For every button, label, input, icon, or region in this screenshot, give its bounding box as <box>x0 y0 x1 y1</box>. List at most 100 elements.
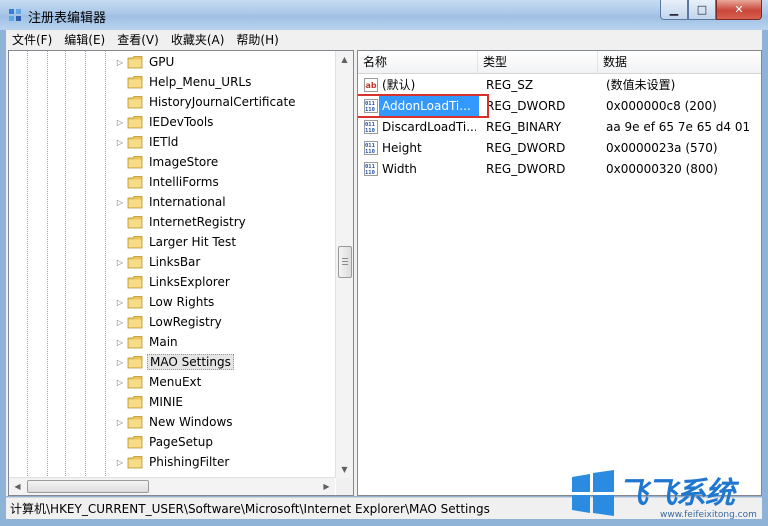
scroll-up-arrow-icon[interactable]: ▲ <box>336 51 353 68</box>
expand-arrow-icon[interactable]: ▷ <box>115 358 125 367</box>
folder-icon <box>127 415 143 429</box>
registry-tree-panel[interactable]: ▷ GPU Help_Menu_URLs HistoryJournalCertific… <box>8 50 354 496</box>
folder-icon <box>127 255 143 269</box>
tree-item[interactable]: Help_Menu_URLs <box>115 72 253 92</box>
expand-arrow-icon[interactable]: ▷ <box>115 58 125 67</box>
tree-item-label: Main <box>149 335 178 349</box>
expand-arrow-icon[interactable]: ▷ <box>115 298 125 307</box>
svg-text:110: 110 <box>365 128 375 134</box>
tree-item[interactable]: HistoryJournalCertificate <box>115 92 298 112</box>
list-item[interactable]: 011 110 Height REG_DWORD 0x0000023a (570) <box>358 138 761 159</box>
folder-icon <box>127 335 143 349</box>
value-name: DiscardLoadTi... <box>382 120 476 134</box>
tree-item[interactable]: MINIE <box>115 392 185 412</box>
menu-favorites[interactable]: 收藏夹(A) <box>165 30 231 50</box>
value-name: Height <box>382 141 422 155</box>
tree-guide-line <box>65 51 66 478</box>
tree-item-label: Larger Hit Test <box>149 235 237 249</box>
tree-item[interactable]: LinksExplorer <box>115 272 232 292</box>
tree-item[interactable]: ▷ LinksBar <box>115 252 202 272</box>
menu-edit[interactable]: 编辑(E) <box>58 30 111 50</box>
tree-item[interactable]: ▷ LowRegistry <box>115 312 224 332</box>
title-bar[interactable]: 注册表编辑器 ▁ □ ✕ <box>0 0 768 30</box>
scroll-right-arrow-icon[interactable]: ▶ <box>318 478 335 495</box>
list-item[interactable]: 011 110 Width REG_DWORD 0x00000320 (800) <box>358 159 761 180</box>
watermark-text: 飞飞系统 <box>618 476 735 511</box>
value-type: REG_SZ <box>486 78 534 92</box>
tree-guide-line <box>47 51 48 478</box>
expand-arrow-icon[interactable]: ▷ <box>115 138 125 147</box>
folder-icon <box>127 215 143 229</box>
column-header-name[interactable]: 名称 <box>358 51 478 73</box>
tree-item-label: LinksBar <box>149 255 201 269</box>
minimize-button[interactable]: ▁ <box>660 0 688 20</box>
tree-hscroll-thumb[interactable] <box>27 480 149 493</box>
tree-item[interactable]: ▷ New Windows <box>115 412 235 432</box>
tree-scroll-thumb[interactable] <box>338 246 352 278</box>
tree-item[interactable]: Larger Hit Test <box>115 232 238 252</box>
tree-item[interactable]: IntelliForms <box>115 172 221 192</box>
folder-icon <box>127 95 143 109</box>
tree-item[interactable]: ▷ Low Rights <box>115 292 216 312</box>
tree-item-label: IEDevTools <box>149 115 214 129</box>
list-header: 名称 类型 数据 <box>358 51 761 74</box>
list-item[interactable]: 011 110 DiscardLoadTi... REG_BINARY aa 9e ef… <box>358 117 761 138</box>
scroll-left-arrow-icon[interactable]: ◀ <box>9 478 26 495</box>
tree-guide-line <box>85 51 86 478</box>
tree-item[interactable]: InternetRegistry <box>115 212 248 232</box>
menu-help[interactable]: 帮助(H) <box>230 30 284 50</box>
menu-file[interactable]: 文件(F) <box>6 30 58 50</box>
expand-arrow-icon[interactable]: ▷ <box>115 258 125 267</box>
client-area: ▷ GPU Help_Menu_URLs HistoryJournalCertific… <box>6 50 762 496</box>
expand-arrow-icon[interactable]: ▷ <box>115 458 125 467</box>
folder-icon <box>127 435 143 449</box>
expand-arrow-icon[interactable]: ▷ <box>115 118 125 127</box>
red-highlight-box <box>358 94 489 118</box>
list-item[interactable]: ab (默认) REG_SZ (数值未设置) <box>358 75 761 96</box>
maximize-button[interactable]: □ <box>688 0 716 20</box>
binary-value-icon: 011110 <box>364 141 378 155</box>
binary-value-icon: 011110 <box>364 120 378 134</box>
tree-item-label: Low Rights <box>149 295 215 309</box>
tree-item-label: MAO Settings <box>147 354 234 370</box>
expand-arrow-icon[interactable]: ▷ <box>115 378 125 387</box>
scroll-down-arrow-icon[interactable]: ▼ <box>336 461 353 478</box>
tree-item[interactable]: ▷ GPU <box>115 52 176 72</box>
tree-item[interactable]: ▷ IEDevTools <box>115 112 215 132</box>
tree-item-label: IETld <box>149 135 179 149</box>
value-data: aa 9e ef 65 7e 65 d4 01 <box>606 120 751 134</box>
tree-item[interactable]: ▷ MAO Settings <box>115 352 234 372</box>
tree-item[interactable]: ▷ International <box>115 192 228 212</box>
column-header-data[interactable]: 数据 <box>598 51 761 73</box>
list-item[interactable]: 011 110 AddonLoadTi... REG_DWORD 0x000000c8 … <box>358 94 761 118</box>
tree-vertical-scrollbar[interactable]: ▲ ▼ <box>335 51 353 478</box>
watermark-url: www.feifeixitong.com <box>660 510 757 520</box>
tree-horizontal-scrollbar[interactable]: ◀ ▶ <box>9 477 335 495</box>
expand-arrow-icon[interactable]: ▷ <box>115 318 125 327</box>
tree-item-label: MenuExt <box>149 375 202 389</box>
column-header-type[interactable]: 类型 <box>478 51 598 73</box>
tree-item[interactable]: PageSetup <box>115 432 215 452</box>
tree-item[interactable]: ▷ IETld <box>115 132 180 152</box>
binary-value-icon: 011110 <box>364 162 378 176</box>
tree-item-label: LinksExplorer <box>149 275 230 289</box>
watermark-logo: 飞飞系统 www.feifeixitong.com <box>568 466 766 524</box>
expand-arrow-icon[interactable]: ▷ <box>115 338 125 347</box>
folder-icon <box>127 395 143 409</box>
menu-bar: 文件(F) 编辑(E) 查看(V) 收藏夹(A) 帮助(H) <box>6 30 762 50</box>
folder-icon <box>127 355 143 369</box>
tree-item[interactable]: ▷ MenuExt <box>115 372 203 392</box>
expand-arrow-icon[interactable]: ▷ <box>115 198 125 207</box>
tree-item-label: IntelliForms <box>149 175 219 189</box>
registry-values-panel[interactable]: 名称 类型 数据 ab (默认) REG_SZ (数值未设置) 011 110 AddonL… <box>357 50 762 496</box>
tree-item[interactable]: ImageStore <box>115 152 220 172</box>
expand-arrow-icon[interactable]: ▷ <box>115 418 125 427</box>
close-button[interactable]: ✕ <box>716 0 762 20</box>
tree-item[interactable]: ▷ Main <box>115 332 180 352</box>
tree-item-label: Help_Menu_URLs <box>149 75 252 89</box>
tree-guide-line <box>27 51 28 478</box>
folder-icon <box>127 155 143 169</box>
menu-view[interactable]: 查看(V) <box>111 30 165 50</box>
tree-item[interactable]: ▷ PhishingFilter <box>115 452 231 472</box>
value-data: 0x00000320 (800) <box>606 162 718 176</box>
